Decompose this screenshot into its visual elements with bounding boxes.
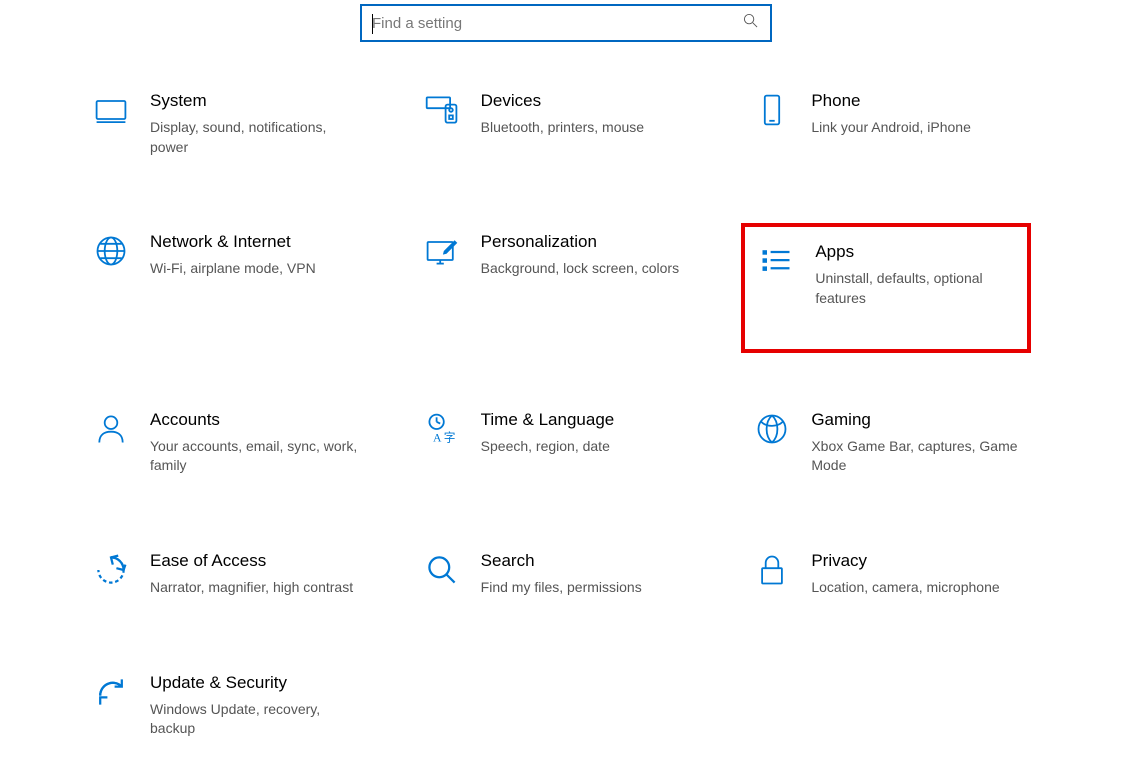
phone-icon bbox=[751, 90, 793, 128]
tile-title: Search bbox=[481, 550, 642, 572]
tile-desc: Link your Android, iPhone bbox=[811, 118, 971, 138]
tile-update-security[interactable]: Update & Security Windows Update, recove… bbox=[80, 664, 370, 757]
search-tile-icon bbox=[421, 550, 463, 588]
tiles-grid: System Display, sound, notifications, po… bbox=[80, 82, 1052, 757]
system-icon bbox=[90, 90, 132, 128]
search-region bbox=[40, 0, 1092, 82]
apps-icon bbox=[755, 241, 797, 279]
tile-desc: Background, lock screen, colors bbox=[481, 259, 679, 279]
svg-text:A: A bbox=[433, 431, 442, 444]
tile-desc: Display, sound, notifications, power bbox=[150, 118, 360, 157]
update-icon bbox=[90, 672, 132, 710]
lock-icon bbox=[751, 550, 793, 588]
text-caret bbox=[372, 14, 373, 34]
tile-network[interactable]: Network & Internet Wi-Fi, airplane mode,… bbox=[80, 223, 370, 352]
devices-icon bbox=[421, 90, 463, 128]
tile-desc: Your accounts, email, sync, work, family bbox=[150, 437, 360, 476]
tile-desc: Find my files, permissions bbox=[481, 578, 642, 598]
tile-privacy[interactable]: Privacy Location, camera, microphone bbox=[741, 542, 1031, 616]
time-language-icon: A 字 bbox=[421, 409, 463, 447]
tile-desc: Bluetooth, printers, mouse bbox=[481, 118, 644, 138]
tile-title: Network & Internet bbox=[150, 231, 316, 253]
tile-desc: Wi-Fi, airplane mode, VPN bbox=[150, 259, 316, 279]
tile-title: Phone bbox=[811, 90, 971, 112]
tile-system[interactable]: System Display, sound, notifications, po… bbox=[80, 82, 370, 175]
tile-devices[interactable]: Devices Bluetooth, printers, mouse bbox=[411, 82, 701, 175]
svg-text:字: 字 bbox=[443, 430, 455, 444]
ease-of-access-icon bbox=[90, 550, 132, 588]
tile-time-language[interactable]: A 字 Time & Language Speech, region, date bbox=[411, 401, 701, 494]
search-input[interactable] bbox=[372, 15, 760, 32]
tile-desc: Windows Update, recovery, backup bbox=[150, 700, 360, 739]
search-icon bbox=[743, 13, 758, 33]
tile-desc: Uninstall, defaults, optional features bbox=[815, 269, 1017, 308]
globe-icon bbox=[90, 231, 132, 269]
tile-desc: Xbox Game Bar, captures, Game Mode bbox=[811, 437, 1021, 476]
gaming-icon bbox=[751, 409, 793, 447]
tile-phone[interactable]: Phone Link your Android, iPhone bbox=[741, 82, 1031, 175]
tile-title: Accounts bbox=[150, 409, 360, 431]
tile-title: Apps bbox=[815, 241, 1017, 263]
tile-personalization[interactable]: Personalization Background, lock screen,… bbox=[411, 223, 701, 352]
tile-title: Update & Security bbox=[150, 672, 360, 694]
accounts-icon bbox=[90, 409, 132, 447]
tile-desc: Location, camera, microphone bbox=[811, 578, 999, 598]
tile-title: Privacy bbox=[811, 550, 999, 572]
tile-gaming[interactable]: Gaming Xbox Game Bar, captures, Game Mod… bbox=[741, 401, 1031, 494]
settings-home: System Display, sound, notifications, po… bbox=[0, 0, 1132, 757]
tile-title: Devices bbox=[481, 90, 644, 112]
tile-title: Gaming bbox=[811, 409, 1021, 431]
tile-desc: Speech, region, date bbox=[481, 437, 615, 457]
tile-title: Time & Language bbox=[481, 409, 615, 431]
tile-desc: Narrator, magnifier, high contrast bbox=[150, 578, 353, 598]
tile-accounts[interactable]: Accounts Your accounts, email, sync, wor… bbox=[80, 401, 370, 494]
tile-title: System bbox=[150, 90, 360, 112]
tile-title: Personalization bbox=[481, 231, 679, 253]
tile-title: Ease of Access bbox=[150, 550, 353, 572]
tile-ease-of-access[interactable]: Ease of Access Narrator, magnifier, high… bbox=[80, 542, 370, 616]
personalization-icon bbox=[421, 231, 463, 269]
tile-search[interactable]: Search Find my files, permissions bbox=[411, 542, 701, 616]
search-box[interactable] bbox=[360, 4, 772, 42]
tile-apps[interactable]: Apps Uninstall, defaults, optional featu… bbox=[741, 223, 1031, 352]
